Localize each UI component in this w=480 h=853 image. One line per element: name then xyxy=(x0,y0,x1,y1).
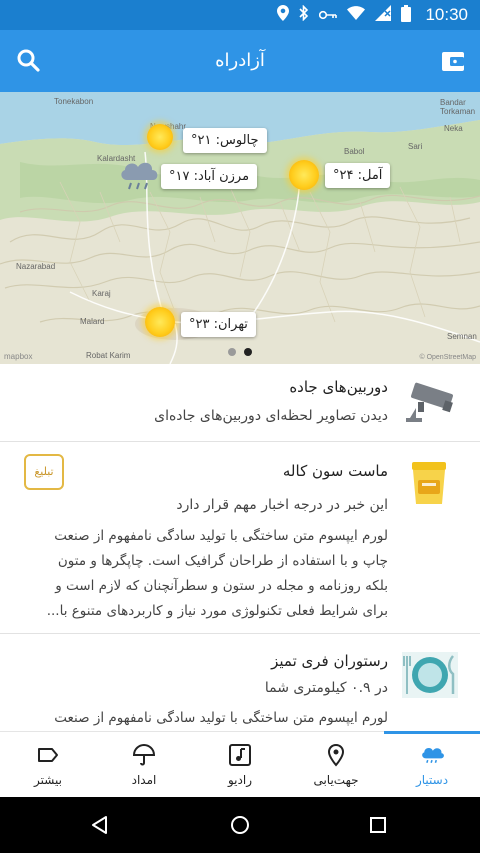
body-line: لورم ایپسوم متن ساختگی با تولید سادگی نا… xyxy=(54,528,388,544)
map-city-label: Karaj xyxy=(92,289,111,298)
plate-icon xyxy=(402,652,458,698)
map-city-label: Babol xyxy=(344,147,365,156)
sunny-icon xyxy=(289,160,319,190)
map-logo: mapbox xyxy=(4,352,33,361)
restaurant-card[interactable]: رستوران فری تمیز در ۰.۹ کیلومتری شما لور… xyxy=(0,634,480,731)
weather-callout-amol[interactable]: آمل: ۲۴° xyxy=(325,163,391,188)
nav-label: رادیو xyxy=(227,772,252,787)
nav-label: امداد xyxy=(131,772,157,787)
nav-item-help[interactable]: امداد xyxy=(96,732,192,797)
weather-callout-chalus[interactable]: چالوس: ۲۱° xyxy=(183,128,267,153)
location-pin-icon xyxy=(327,743,345,767)
map-city-label: Bandar Torkaman xyxy=(440,98,476,116)
wallet-button[interactable] xyxy=(440,48,466,74)
recent-apps-icon[interactable] xyxy=(366,813,390,837)
home-icon[interactable] xyxy=(228,813,252,837)
yogurt-icon xyxy=(412,462,446,504)
weather-map[interactable]: Tonekabon Kalardasht Nowshahr Babol Sari… xyxy=(0,92,480,364)
nav-item-radio[interactable]: رادیو xyxy=(192,732,288,797)
weather-callout-marzanabad[interactable]: مرزن آباد: ۱۷° xyxy=(161,164,258,189)
map-attribution[interactable]: © OpenStreetMap xyxy=(419,354,476,361)
nav-item-more[interactable]: بیشتر xyxy=(0,732,96,797)
card-subtitle: این خبر در درجه اخبار مهم قرار دارد xyxy=(176,497,388,513)
nav-label: دستیار xyxy=(415,772,449,787)
map-pager xyxy=(228,348,252,356)
umbrella-icon xyxy=(132,743,156,765)
road-cameras-card[interactable]: دوربین‌های جاده دیدن تصاویر لحظه‌ای دورب… xyxy=(0,364,480,442)
card-title: ماست سون کاله xyxy=(282,462,388,480)
body-line: چاپ و با استفاده از طراحان گرافیک است. چ… xyxy=(57,553,388,569)
map-city-label: Robat Karim xyxy=(86,351,131,360)
pager-dot[interactable] xyxy=(228,348,236,356)
status-icons: 10:30 xyxy=(277,0,468,30)
app-bar: آزادراه xyxy=(0,30,480,92)
card-body: لورم ایپسوم متن ساختگی با تولید سادگی نا… xyxy=(44,706,388,731)
map-city-label: Sari xyxy=(408,142,423,151)
wifi-icon xyxy=(347,6,366,24)
nav-item-assistant[interactable]: دستیار xyxy=(384,731,480,797)
bottom-nav: بیشتر امداد رادیو جهت‌یابی دستیار xyxy=(0,731,480,797)
wallet-icon xyxy=(442,52,464,71)
map-city-label: Neka xyxy=(444,124,463,133)
nav-item-navigation[interactable]: جهت‌یابی xyxy=(288,732,384,797)
sunny-icon xyxy=(145,307,175,337)
card-title: دوربین‌های جاده xyxy=(289,378,388,396)
map-city-label: Nazarabad xyxy=(16,262,56,271)
bluetooth-icon xyxy=(299,4,309,25)
tag-icon xyxy=(38,747,58,762)
card-title: رستوران فری تمیز xyxy=(271,652,388,670)
weather-callout-tehran[interactable]: تهران: ۲۳° xyxy=(181,312,256,337)
signal-icon xyxy=(375,5,392,25)
content-feed[interactable]: دوربین‌های جاده دیدن تصاویر لحظه‌ای دورب… xyxy=(0,364,480,731)
body-line: لورم ایپسوم متن ساختگی با تولید سادگی نا… xyxy=(54,710,388,726)
ad-badge: تبلیغ xyxy=(24,454,64,490)
camera-icon xyxy=(406,382,453,422)
location-icon xyxy=(277,5,290,25)
weather-cloud-icon xyxy=(422,747,444,763)
page-title: آزادراه xyxy=(215,50,265,71)
key-icon xyxy=(319,6,338,24)
card-subtitle: دیدن تصاویر لحظه‌ای دوربین‌های جاده‌ای xyxy=(154,408,388,424)
body-line: برای شرایط فعلی تکنولوژی مورد نیاز و کار… xyxy=(46,603,388,619)
card-body: لورم ایپسوم متن ساختگی با تولید سادگی نا… xyxy=(44,524,388,624)
ad-card[interactable]: ماست سون کاله این خبر در درجه اخبار مهم … xyxy=(0,442,480,634)
status-time: 10:30 xyxy=(425,5,468,24)
nav-label: بیشتر xyxy=(34,772,62,787)
map-city-label: Malard xyxy=(80,317,105,326)
nav-label: جهت‌یابی xyxy=(313,772,359,787)
battery-icon xyxy=(401,4,412,26)
back-icon[interactable] xyxy=(88,813,112,837)
card-subtitle: در ۰.۹ کیلومتری شما xyxy=(264,680,388,696)
map-city-label: Tonekabon xyxy=(54,97,94,106)
music-note-icon xyxy=(229,743,251,766)
system-nav-bar xyxy=(0,797,480,853)
status-bar: 10:30 xyxy=(0,0,480,30)
sunny-icon xyxy=(147,124,173,150)
body-line: بلکه روزنامه و مجله در ستون و سطرآنچنان … xyxy=(55,578,388,594)
rain-cloud-icon xyxy=(121,162,158,190)
pager-dot-active[interactable] xyxy=(244,348,252,356)
map-city-label: Semnan xyxy=(447,332,477,341)
